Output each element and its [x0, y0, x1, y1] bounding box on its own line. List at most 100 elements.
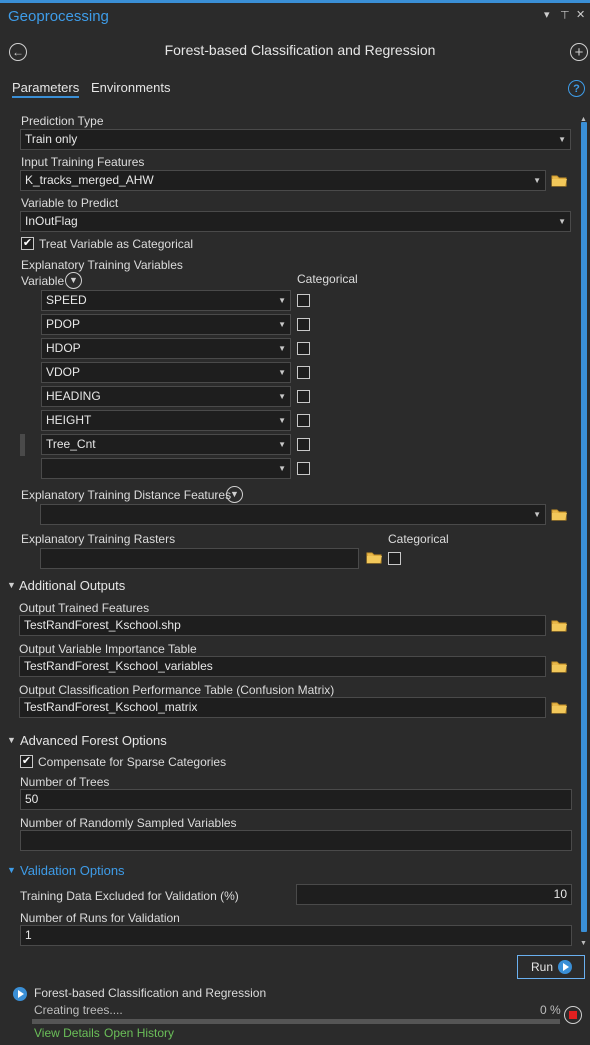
confusion-matrix-value: TestRandForest_Kschool_matrix — [24, 700, 198, 714]
explanatory-var-value: HDOP — [46, 341, 81, 355]
num-runs-input[interactable]: 1 — [20, 925, 572, 946]
dropdown-arrow-icon: ▼ — [278, 368, 286, 377]
folder-icon[interactable] — [551, 619, 568, 632]
prediction-type-select[interactable]: Train only ▼ — [20, 129, 571, 150]
explanatory-var-select[interactable]: HEADING ▼ — [41, 386, 291, 407]
run-button-label: Run — [531, 960, 554, 974]
compensate-sparse-checkbox[interactable]: ✔ — [20, 755, 33, 768]
open-history-link[interactable]: Open History — [104, 1026, 174, 1040]
prediction-type-label: Prediction Type — [21, 114, 104, 128]
explanatory-var-value: HEIGHT — [46, 413, 92, 427]
add-button[interactable]: + — [570, 43, 588, 61]
num-sampled-vars-input[interactable] — [20, 830, 572, 851]
folder-icon[interactable] — [551, 660, 568, 673]
pane-menu-icon[interactable]: ▾ — [544, 8, 550, 21]
trained-features-label: Output Trained Features — [19, 601, 150, 615]
scrollbar-thumb[interactable] — [581, 122, 587, 932]
excluded-validation-input[interactable]: 10 — [296, 884, 572, 905]
distance-features-label: Explanatory Training Distance Features — [21, 488, 232, 502]
close-icon[interactable]: ✕ — [576, 8, 585, 21]
row-drag-handle[interactable] — [20, 434, 25, 456]
num-trees-value: 50 — [25, 792, 39, 806]
excluded-validation-label: Training Data Excluded for Validation (%… — [20, 889, 239, 903]
additional-outputs-header[interactable]: Additional Outputs — [19, 578, 125, 593]
confusion-matrix-input[interactable]: TestRandForest_Kschool_matrix — [19, 697, 546, 718]
chevron-down-icon: ▼ — [69, 275, 78, 285]
explanatory-var-select[interactable]: SPEED ▼ — [41, 290, 291, 311]
tool-title: Forest-based Classification and Regressi… — [164, 42, 436, 58]
run-button[interactable]: Run — [517, 955, 585, 979]
dropdown-arrow-icon: ▼ — [558, 135, 566, 144]
tab-environments[interactable]: Environments — [91, 80, 170, 95]
dropdown-arrow-icon: ▼ — [278, 392, 286, 401]
scroll-up-icon[interactable]: ▲ — [580, 116, 587, 123]
distance-features-select[interactable]: ▼ — [40, 504, 546, 525]
folder-icon[interactable] — [551, 174, 568, 187]
dropdown-arrow-icon: ▼ — [533, 510, 541, 519]
cancel-stop-button[interactable] — [564, 1006, 582, 1024]
categorical-column-header: Categorical — [297, 272, 358, 286]
expand-status-icon[interactable] — [13, 987, 27, 1001]
dropdown-arrow-icon: ▼ — [558, 217, 566, 226]
rasters-categorical-header: Categorical — [388, 532, 449, 546]
explanatory-var-categorical-checkbox[interactable] — [297, 318, 310, 331]
num-runs-value: 1 — [25, 928, 32, 942]
variable-to-predict-value: InOutFlag — [25, 214, 78, 228]
excluded-validation-value: 10 — [553, 887, 567, 901]
progress-bar — [32, 1019, 560, 1024]
folder-icon[interactable] — [366, 551, 383, 564]
dropdown-arrow-icon: ▼ — [278, 416, 286, 425]
explanatory-var-categorical-checkbox[interactable] — [297, 414, 310, 427]
folder-icon[interactable] — [551, 701, 568, 714]
explanatory-var-value: HEADING — [46, 389, 101, 403]
input-training-features-select[interactable]: K_tracks_merged_AHW ▼ — [20, 170, 546, 191]
play-icon — [558, 960, 573, 974]
help-icon[interactable]: ? — [568, 80, 585, 97]
explanatory-var-categorical-checkbox[interactable] — [297, 462, 310, 475]
explanatory-var-select[interactable]: ▼ — [41, 458, 291, 479]
view-details-link[interactable]: View Details — [34, 1026, 100, 1040]
variable-to-predict-select[interactable]: InOutFlag ▼ — [20, 211, 571, 232]
rasters-categorical-checkbox[interactable] — [388, 552, 401, 565]
explanatory-var-categorical-checkbox[interactable] — [297, 438, 310, 451]
collapse-chevron-icon[interactable]: ▼ — [7, 865, 16, 875]
variable-importance-label: Output Variable Importance Table — [19, 642, 197, 656]
explanatory-var-categorical-checkbox[interactable] — [297, 366, 310, 379]
explanatory-var-categorical-checkbox[interactable] — [297, 342, 310, 355]
num-trees-input[interactable]: 50 — [20, 789, 572, 810]
explanatory-var-select[interactable]: HEIGHT ▼ — [41, 410, 291, 431]
validation-options-header[interactable]: Validation Options — [20, 863, 125, 878]
explanatory-var-select[interactable]: PDOP ▼ — [41, 314, 291, 335]
explanatory-var-categorical-checkbox[interactable] — [297, 390, 310, 403]
dropdown-arrow-icon: ▼ — [278, 464, 286, 473]
explanatory-var-select[interactable]: VDOP ▼ — [41, 362, 291, 383]
distance-features-options-button[interactable]: ▼ — [226, 486, 243, 503]
trained-features-input[interactable]: TestRandForest_Kschool.shp — [19, 615, 546, 636]
dropdown-arrow-icon: ▼ — [278, 440, 286, 449]
rasters-label: Explanatory Training Rasters — [21, 532, 176, 546]
explanatory-var-categorical-checkbox[interactable] — [297, 294, 310, 307]
treat-categorical-label: Treat Variable as Categorical — [39, 237, 194, 251]
collapse-chevron-icon[interactable]: ▼ — [7, 735, 16, 745]
tab-parameters[interactable]: Parameters — [12, 80, 80, 98]
explanatory-var-select[interactable]: HDOP ▼ — [41, 338, 291, 359]
variable-importance-input[interactable]: TestRandForest_Kschool_variables — [19, 656, 546, 677]
dropdown-arrow-icon: ▼ — [533, 176, 541, 185]
variable-to-predict-label: Variable to Predict — [21, 196, 119, 210]
num-trees-label: Number of Trees — [20, 775, 110, 789]
treat-categorical-checkbox[interactable]: ✔ — [21, 237, 34, 250]
explanatory-var-value: Tree_Cnt — [46, 437, 96, 451]
pin-icon[interactable]: ⊥ — [560, 8, 570, 21]
num-runs-label: Number of Runs for Validation — [20, 911, 180, 925]
collapse-chevron-icon[interactable]: ▼ — [7, 580, 16, 590]
confusion-matrix-label: Output Classification Performance Table … — [19, 683, 335, 697]
scroll-down-icon[interactable]: ▼ — [580, 940, 587, 947]
explanatory-var-select[interactable]: Tree_Cnt ▼ — [41, 434, 291, 455]
input-training-features-label: Input Training Features — [21, 155, 145, 169]
input-training-features-value: K_tracks_merged_AHW — [25, 173, 154, 187]
advanced-forest-header[interactable]: Advanced Forest Options — [20, 733, 167, 748]
folder-icon[interactable] — [551, 508, 568, 521]
dropdown-arrow-icon: ▼ — [278, 344, 286, 353]
rasters-input[interactable] — [40, 548, 359, 569]
variable-options-button[interactable]: ▼ — [65, 272, 82, 289]
